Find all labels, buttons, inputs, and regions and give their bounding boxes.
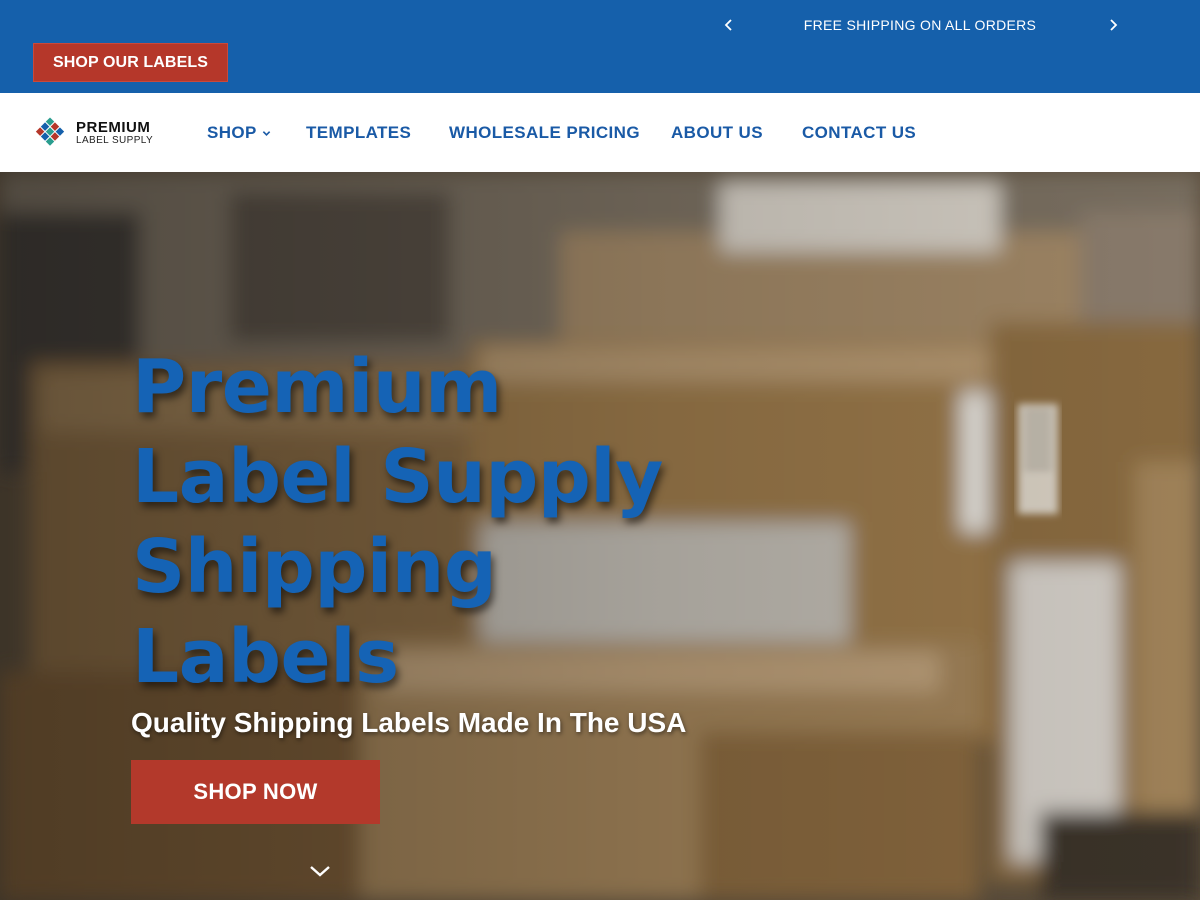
nav-item-label: SHOP (207, 123, 257, 142)
chevron-right-icon[interactable] (1102, 14, 1124, 36)
hero-subtitle: Quality Shipping Labels Made In The USA (131, 707, 687, 738)
nav-item-about-us[interactable]: ABOUT US (671, 123, 763, 143)
nav-item-contact-us[interactable]: CONTACT US (802, 123, 916, 143)
nav-item-label: WHOLESALE PRICING (449, 123, 640, 142)
logo-text-premium: PREMIUM (76, 119, 151, 136)
announcement-bar: SHOP OUR LABELS FREE SHIPPING ON ALL ORD… (0, 0, 1200, 93)
logo-diamond-icon (35, 117, 65, 146)
hero-title: Premium Label Supply Shipping Labels (132, 342, 752, 702)
shop-our-labels-button[interactable]: SHOP OUR LABELS (33, 43, 228, 82)
hero-title-line: Premium (132, 344, 502, 430)
nav-item-label: CONTACT US (802, 123, 917, 142)
chevron-down-icon (262, 130, 271, 136)
hero-title-line: Labels (132, 614, 399, 700)
nav-item-shop[interactable]: SHOP (207, 123, 271, 143)
site-logo[interactable]: PREMIUM LABEL SUPPLY (32, 115, 162, 151)
shop-now-button[interactable]: SHOP NOW (131, 760, 380, 824)
chevron-left-icon[interactable] (718, 14, 740, 36)
nav-item-wholesale-pricing[interactable]: WHOLESALE PRICING (449, 123, 640, 143)
site-header: PREMIUM LABEL SUPPLY SHOP TEMPLATES WHOL… (0, 93, 1200, 172)
announcement-text: FREE SHIPPING ON ALL ORDERS (803, 17, 1037, 33)
nav-item-label: ABOUT US (671, 123, 763, 142)
hero-title-line: Label Supply (132, 434, 663, 520)
nav-item-label: TEMPLATES (306, 123, 412, 142)
hero-title-line: Shipping (132, 524, 497, 610)
chevron-down-icon[interactable] (307, 862, 333, 880)
logo-text-label-supply: LABEL SUPPLY (76, 135, 154, 146)
nav-item-templates[interactable]: TEMPLATES (306, 123, 411, 143)
hero-section: Premium Label Supply Shipping Labels Qua… (0, 172, 1200, 900)
